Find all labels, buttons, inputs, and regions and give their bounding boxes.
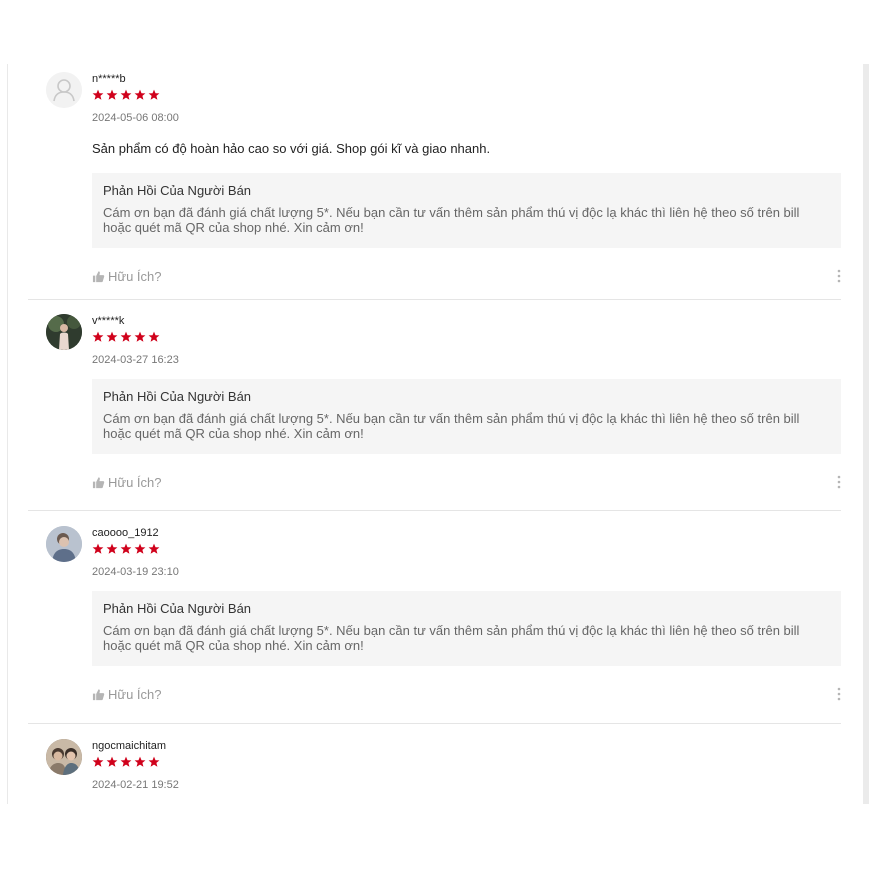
star-icon (120, 543, 132, 554)
more-vertical-icon[interactable] (837, 687, 841, 701)
rating-stars (92, 89, 841, 107)
star-icon (92, 543, 104, 554)
helpful-button[interactable]: Hữu Ích? (92, 472, 841, 492)
more-vertical-icon[interactable] (837, 269, 841, 283)
helpful-button[interactable]: Hữu Ích? (92, 684, 841, 704)
star-icon (148, 756, 160, 767)
review-content: ngocmaichitam 2024-02-21 19:52 (92, 739, 841, 792)
review-divider (28, 723, 841, 724)
star-icon (148, 543, 160, 554)
star-icon (106, 89, 118, 100)
reviews-panel: n*****b 2024-05-06 08:00 Sản phẩm có độ … (8, 64, 863, 804)
review-comment: Sản phẩm có độ hoàn hảo cao so với giá. … (92, 141, 491, 156)
seller-reply-text: Cám ơn bạn đã đánh giá chất lượng 5*. Nế… (103, 623, 800, 653)
star-icon (92, 89, 104, 100)
helpful-label: Hữu Ích? (108, 474, 162, 490)
rating-stars (92, 756, 841, 774)
avatar-photo (46, 739, 82, 775)
star-icon (106, 331, 118, 342)
rating-stars (92, 543, 841, 561)
reviewer-name[interactable]: v*****k (92, 314, 841, 328)
review-divider (28, 299, 841, 300)
star-icon (120, 89, 132, 100)
seller-reply: Phản Hồi Của Người Bán Cám ơn bạn đã đán… (92, 591, 841, 666)
helpful-label: Hữu Ích? (108, 268, 162, 284)
review-date: 2024-03-19 23:10 (92, 566, 179, 578)
avatar[interactable] (46, 314, 82, 350)
thumbs-up-icon (92, 688, 105, 700)
seller-reply-text: Cám ơn bạn đã đánh giá chất lượng 5*. Nế… (103, 205, 800, 235)
star-icon (134, 543, 146, 554)
star-icon (92, 331, 104, 342)
avatar[interactable] (46, 72, 82, 108)
avatar[interactable] (46, 526, 82, 562)
star-icon (106, 756, 118, 767)
scrollbar-track[interactable] (863, 64, 869, 804)
review-actions: Hữu Ích? (92, 472, 841, 492)
star-icon (148, 331, 160, 342)
reviewer-name[interactable]: caoooo_1912 (92, 526, 841, 540)
thumbs-up-icon (92, 476, 105, 488)
review-content: caoooo_1912 2024-03-19 23:10 Phản Hồi Củ… (92, 526, 841, 704)
helpful-button[interactable]: Hữu Ích? (92, 266, 841, 286)
seller-reply-title: Phản Hồi Của Người Bán (103, 183, 252, 198)
user-icon (46, 72, 82, 108)
review-divider (28, 510, 841, 511)
review-content: v*****k 2024-03-27 16:23 Phản Hồi Của Ng… (92, 314, 841, 492)
reviewer-name[interactable]: ngocmaichitam (92, 739, 841, 753)
star-icon (134, 89, 146, 100)
reviewer-name[interactable]: n*****b (92, 72, 841, 86)
star-icon (106, 543, 118, 554)
thumbs-up-icon (92, 270, 105, 282)
star-icon (134, 331, 146, 342)
seller-reply: Phản Hồi Của Người Bán Cám ơn bạn đã đán… (92, 379, 841, 454)
more-vertical-icon[interactable] (837, 475, 841, 489)
seller-reply: Phản Hồi Của Người Bán Cám ơn bạn đã đán… (92, 173, 841, 248)
star-icon (148, 89, 160, 100)
avatar-photo (46, 314, 82, 350)
helpful-label: Hữu Ích? (108, 686, 162, 702)
seller-reply-title: Phản Hồi Của Người Bán (103, 601, 252, 616)
review-content: n*****b 2024-05-06 08:00 Sản phẩm có độ … (92, 72, 841, 286)
star-icon (92, 756, 104, 767)
avatar[interactable] (46, 739, 82, 775)
star-icon (120, 331, 132, 342)
review-date: 2024-03-27 16:23 (92, 354, 179, 366)
rating-stars (92, 331, 841, 349)
seller-reply-text: Cám ơn bạn đã đánh giá chất lượng 5*. Nế… (103, 411, 800, 441)
seller-reply-title: Phản Hồi Của Người Bán (103, 389, 252, 404)
review-date: 2024-05-06 08:00 (92, 112, 179, 124)
review-actions: Hữu Ích? (92, 266, 841, 286)
star-icon (134, 756, 146, 767)
star-icon (120, 756, 132, 767)
avatar-photo (46, 526, 82, 562)
review-date: 2024-02-21 19:52 (92, 779, 179, 791)
review-actions: Hữu Ích? (92, 684, 841, 704)
